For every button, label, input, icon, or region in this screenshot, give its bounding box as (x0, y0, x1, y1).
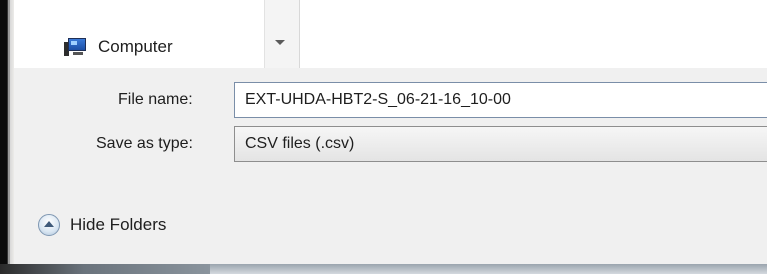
save-as-type-select[interactable]: CSV files (.csv) (234, 126, 767, 162)
nav-item-computer[interactable]: Computer (62, 36, 173, 58)
nav-item-label: Computer (98, 37, 173, 56)
computer-icon (62, 36, 90, 58)
window-left-border (0, 0, 14, 274)
chevron-up-circle-icon (38, 214, 60, 236)
hide-folders-button[interactable]: Hide Folders (38, 214, 166, 236)
file-name-input[interactable] (234, 82, 767, 118)
window-border-highlight (8, 0, 10, 274)
navigation-dropdown[interactable] (264, 0, 300, 68)
save-as-type-label: Save as type: (96, 135, 193, 152)
chevron-down-icon (275, 40, 285, 45)
file-name-label: File name: (118, 91, 193, 108)
navigation-pane: Computer (14, 0, 264, 68)
hide-folders-label: Hide Folders (70, 215, 167, 234)
save-as-type-value: CSV files (.csv) (245, 135, 355, 152)
save-dialog: Computer File name: Save as type: CSV fi… (0, 0, 767, 274)
taskbar-edge (0, 264, 210, 274)
file-list-pane (300, 0, 767, 68)
